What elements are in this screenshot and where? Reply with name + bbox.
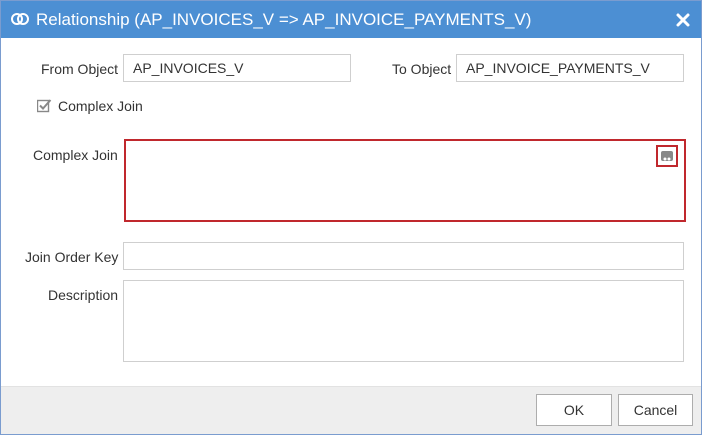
join-order-key-field[interactable] (123, 242, 684, 270)
dialog-titlebar[interactable]: Relationship (AP_INVOICES_V => AP_INVOIC… (1, 1, 701, 38)
complex-join-label: Complex Join (33, 147, 118, 163)
from-object-field[interactable]: AP_INVOICES_V (123, 54, 351, 82)
close-icon[interactable] (675, 12, 691, 28)
relationship-dialog: Relationship (AP_INVOICES_V => AP_INVOIC… (0, 0, 702, 435)
expression-editor-button[interactable] (656, 145, 678, 167)
link-circles-icon (11, 13, 29, 25)
expression-editor-icon (661, 151, 673, 161)
complex-join-checkbox-label: Complex Join (58, 98, 143, 114)
cancel-button[interactable]: Cancel (618, 394, 693, 426)
from-object-label: From Object (41, 61, 119, 77)
description-field[interactable] (123, 280, 684, 362)
to-object-field[interactable]: AP_INVOICE_PAYMENTS_V (456, 54, 684, 82)
description-label: Description (48, 287, 119, 303)
checkbox-checked-icon[interactable] (37, 98, 52, 113)
to-object-label: To Object (392, 61, 452, 77)
ok-button[interactable]: OK (536, 394, 612, 426)
complex-join-input[interactable] (124, 139, 686, 222)
join-order-key-label: Join Order Key (25, 249, 119, 265)
dialog-footer: OK Cancel (1, 386, 701, 434)
dialog-title: Relationship (AP_INVOICES_V => AP_INVOIC… (36, 10, 532, 29)
